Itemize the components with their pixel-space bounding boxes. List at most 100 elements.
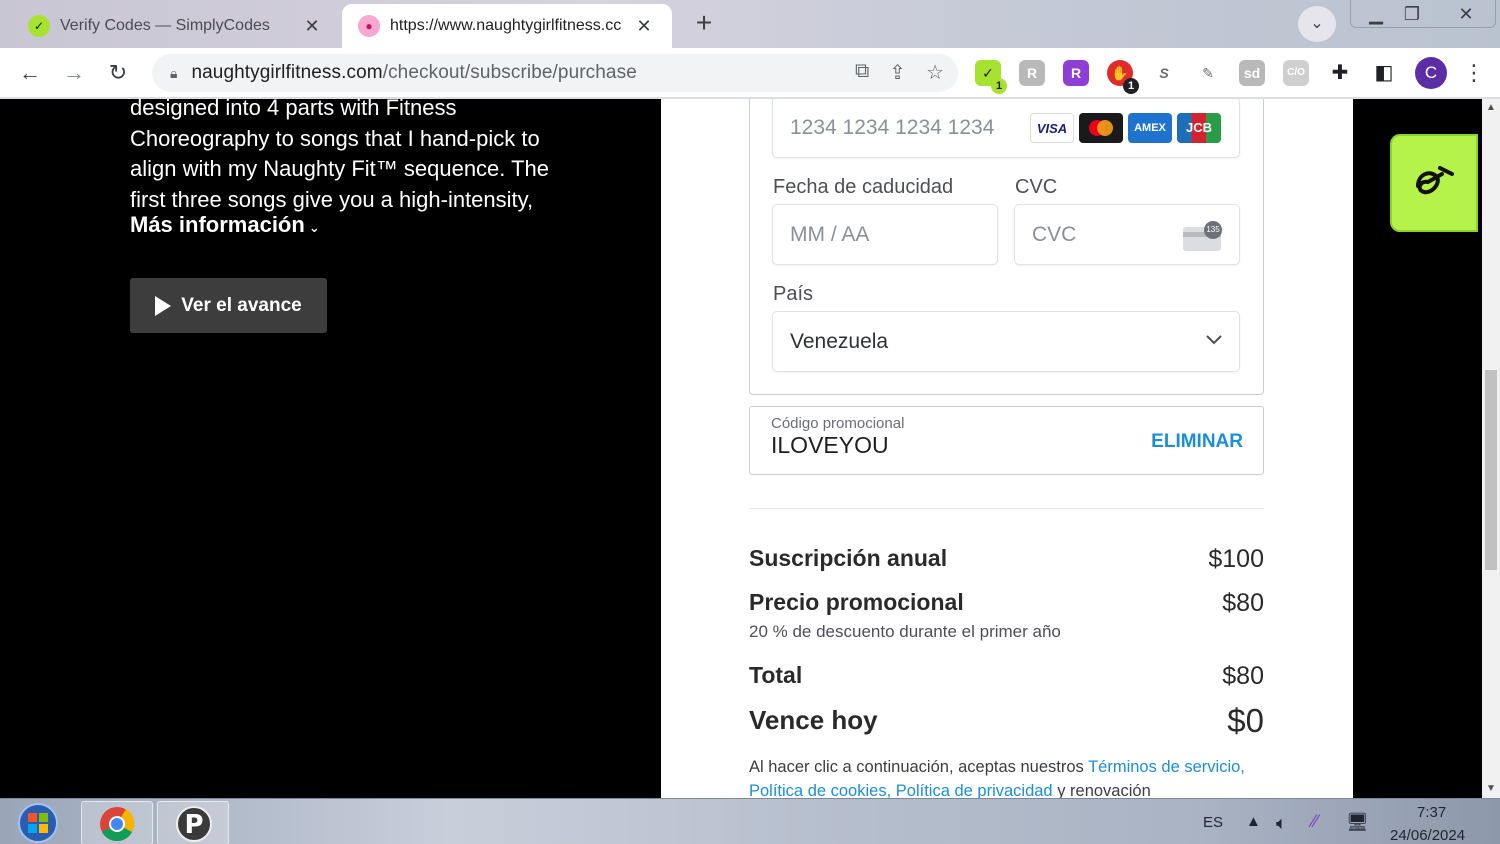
tab-search-chevron-icon[interactable]: ⌄ [1298, 6, 1336, 42]
sd-extension-icon[interactable]: sd [1239, 60, 1265, 86]
taskbar-psiphon-icon[interactable]: P [157, 801, 229, 844]
checkout-panel: 1234 1234 1234 1234 VISA AMEX JCB Fecha … [661, 99, 1353, 798]
lips-icon: ● [358, 15, 380, 37]
network-icon[interactable]: 🖥︎ [1346, 812, 1369, 833]
tab-title: Verify Codes — SimplyCodes [60, 17, 270, 34]
back-arrow-icon[interactable]: ← [14, 58, 46, 88]
summary-divider [749, 508, 1264, 509]
cvc-field[interactable]: CVC 135 [1014, 204, 1240, 265]
expiry-field[interactable]: MM / AA [772, 204, 998, 265]
extension-r-icon[interactable]: R [1063, 60, 1089, 86]
tray-expand-icon[interactable]: ▲ [1246, 813, 1261, 830]
promo-price-amount: $80 [1222, 589, 1264, 617]
web-page: designed into 4 parts with Fitness Chore… [0, 99, 1482, 798]
card-brands: VISA AMEX JCB [1030, 113, 1221, 143]
terms-text: Al hacer clic a continuación, aceptas nu… [749, 755, 1269, 798]
simplycodes-extension-icon[interactable]: ✓ 1 [975, 60, 1007, 94]
restore-icon[interactable]: ❐ [1388, 0, 1436, 30]
taskbar-chrome-icon[interactable] [81, 801, 153, 844]
due-today-amount: $0 [1227, 702, 1264, 739]
new-tab-button[interactable]: + [684, 8, 724, 40]
promo-note: 20 % de descuento durante el primer año [749, 622, 1061, 641]
page-scrollbar[interactable]: ▲ ▼ [1482, 99, 1500, 798]
summary-row-annual: Suscripción anual $100 [749, 545, 1264, 573]
expiry-label: Fecha de caducidad [773, 176, 954, 198]
annual-label: Suscripción anual [749, 545, 948, 571]
translate-icon[interactable]: ⧉ [855, 60, 869, 85]
summary-row-promo: Precio promocional $80 [749, 589, 1264, 617]
adblock-icon[interactable]: ✋ 1 [1107, 60, 1139, 94]
windows-start-icon[interactable] [8, 802, 68, 844]
simplycodes-icon: ✓ [28, 15, 50, 37]
tab-simplycodes[interactable]: ✓ Verify Codes — SimplyCodes ✕ [12, 4, 340, 48]
play-icon [155, 295, 172, 316]
promo-price-label: Precio promocional [749, 589, 964, 615]
clock-date[interactable]: 24/06/2024 [1390, 827, 1465, 844]
extensions-puzzle-icon[interactable]: ✚ [1327, 60, 1353, 86]
promo-code-value: ILOVEYOU [771, 432, 889, 458]
windows-taskbar: P ES ▲ 🔈︎ ∕∕ 🖥︎ 7:37 24/06/2024 [0, 798, 1500, 844]
cookie-policy-link[interactable]: Política de cookies, [749, 782, 891, 798]
close-icon[interactable]: ✕ [632, 16, 656, 37]
extension-icon[interactable]: R [1019, 60, 1045, 86]
co-extension-icon[interactable]: C/O [1283, 60, 1309, 86]
profile-avatar[interactable]: C [1415, 57, 1447, 89]
mastercard-icon [1079, 113, 1123, 143]
address-url: naughtygirlfitness.com/checkout/subscrib… [191, 62, 637, 83]
chevron-down-icon [1205, 330, 1223, 351]
browser-toolbar: ← → ↻ 🔒︎ naughtygirlfitness.com/checkout… [0, 48, 1500, 98]
tray-app-icon[interactable]: ∕∕ [1312, 811, 1318, 832]
address-bar[interactable]: 🔒︎ naughtygirlfitness.com/checkout/subsc… [152, 54, 958, 92]
terms-suffix: y renovación [1057, 782, 1151, 798]
clock-time[interactable]: 7:37 [1417, 804, 1446, 821]
jcb-icon: JCB [1177, 113, 1221, 143]
cvc-placeholder: CVC [1032, 222, 1077, 246]
summary-row-due-today: Vence hoy $0 [749, 702, 1264, 739]
tab-strip: ✓ Verify Codes — SimplyCodes ✕ ● https:/… [0, 0, 1500, 48]
country-label: País [773, 283, 814, 305]
remove-promo-button[interactable]: ELIMINAR [1151, 431, 1243, 453]
simplycodes-floating-button[interactable] [1390, 134, 1478, 232]
s-extension-icon[interactable]: S [1151, 60, 1177, 86]
payment-form: 1234 1234 1234 1234 VISA AMEX JCB Fecha … [749, 99, 1264, 395]
cvc-badge: 135 [1206, 225, 1220, 234]
side-panel-icon[interactable]: ◧ [1371, 60, 1397, 86]
menu-kebab-icon[interactable]: ⋮ [1462, 58, 1486, 88]
svg-text:P: P [184, 810, 203, 840]
promo-code-label: Código promocional [771, 415, 905, 432]
volume-icon[interactable]: 🔈︎ [1276, 813, 1287, 834]
cvc-label: CVC [1015, 176, 1058, 198]
amex-icon: AMEX [1128, 113, 1172, 143]
promo-code-box: Código promocional ILOVEYOU ELIMINAR [749, 406, 1264, 475]
chevron-down-icon: ⌄ [308, 220, 320, 235]
expiry-placeholder: MM / AA [790, 222, 870, 246]
close-icon[interactable]: ✕ [300, 16, 324, 37]
tab-naughtygirlfitness[interactable]: ● https://www.naughtygirlfitness.cc ✕ [342, 4, 672, 48]
extension-badge: 1 [991, 78, 1007, 94]
country-select[interactable]: Venezuela [772, 311, 1240, 372]
more-info-link[interactable]: Más información ⌄ [130, 212, 320, 238]
reload-icon[interactable]: ↻ [102, 58, 134, 88]
scroll-down-arrow-icon[interactable]: ▼ [1482, 780, 1500, 798]
terms-of-service-link[interactable]: Términos de servicio, [1088, 758, 1245, 776]
watch-trailer-button[interactable]: Ver el avance [130, 278, 327, 333]
paint-extension-icon[interactable]: ✎ [1195, 60, 1221, 86]
window-close-icon[interactable]: ✕ [1442, 0, 1490, 30]
more-info-label: Más información [130, 212, 305, 237]
bookmark-star-icon[interactable]: ☆ [926, 60, 944, 85]
forward-arrow-icon[interactable]: → [58, 58, 90, 88]
annual-amount: $100 [1208, 545, 1264, 573]
share-icon[interactable]: ⇪ [889, 60, 906, 85]
card-number-field[interactable]: 1234 1234 1234 1234 VISA AMEX JCB [772, 99, 1240, 158]
watch-trailer-label: Ver el avance [181, 294, 302, 316]
visa-icon: VISA [1030, 113, 1074, 143]
scroll-up-arrow-icon[interactable]: ▲ [1482, 99, 1500, 117]
total-amount: $80 [1222, 662, 1264, 690]
total-label: Total [749, 662, 803, 688]
country-value: Venezuela [790, 329, 889, 353]
scrollbar-thumb[interactable] [1485, 370, 1497, 570]
lock-icon: 🔒︎ [170, 64, 178, 81]
privacy-policy-link[interactable]: Política de privacidad [896, 782, 1053, 798]
summary-row-total: Total $80 [749, 662, 1264, 690]
language-indicator[interactable]: ES [1203, 814, 1223, 831]
